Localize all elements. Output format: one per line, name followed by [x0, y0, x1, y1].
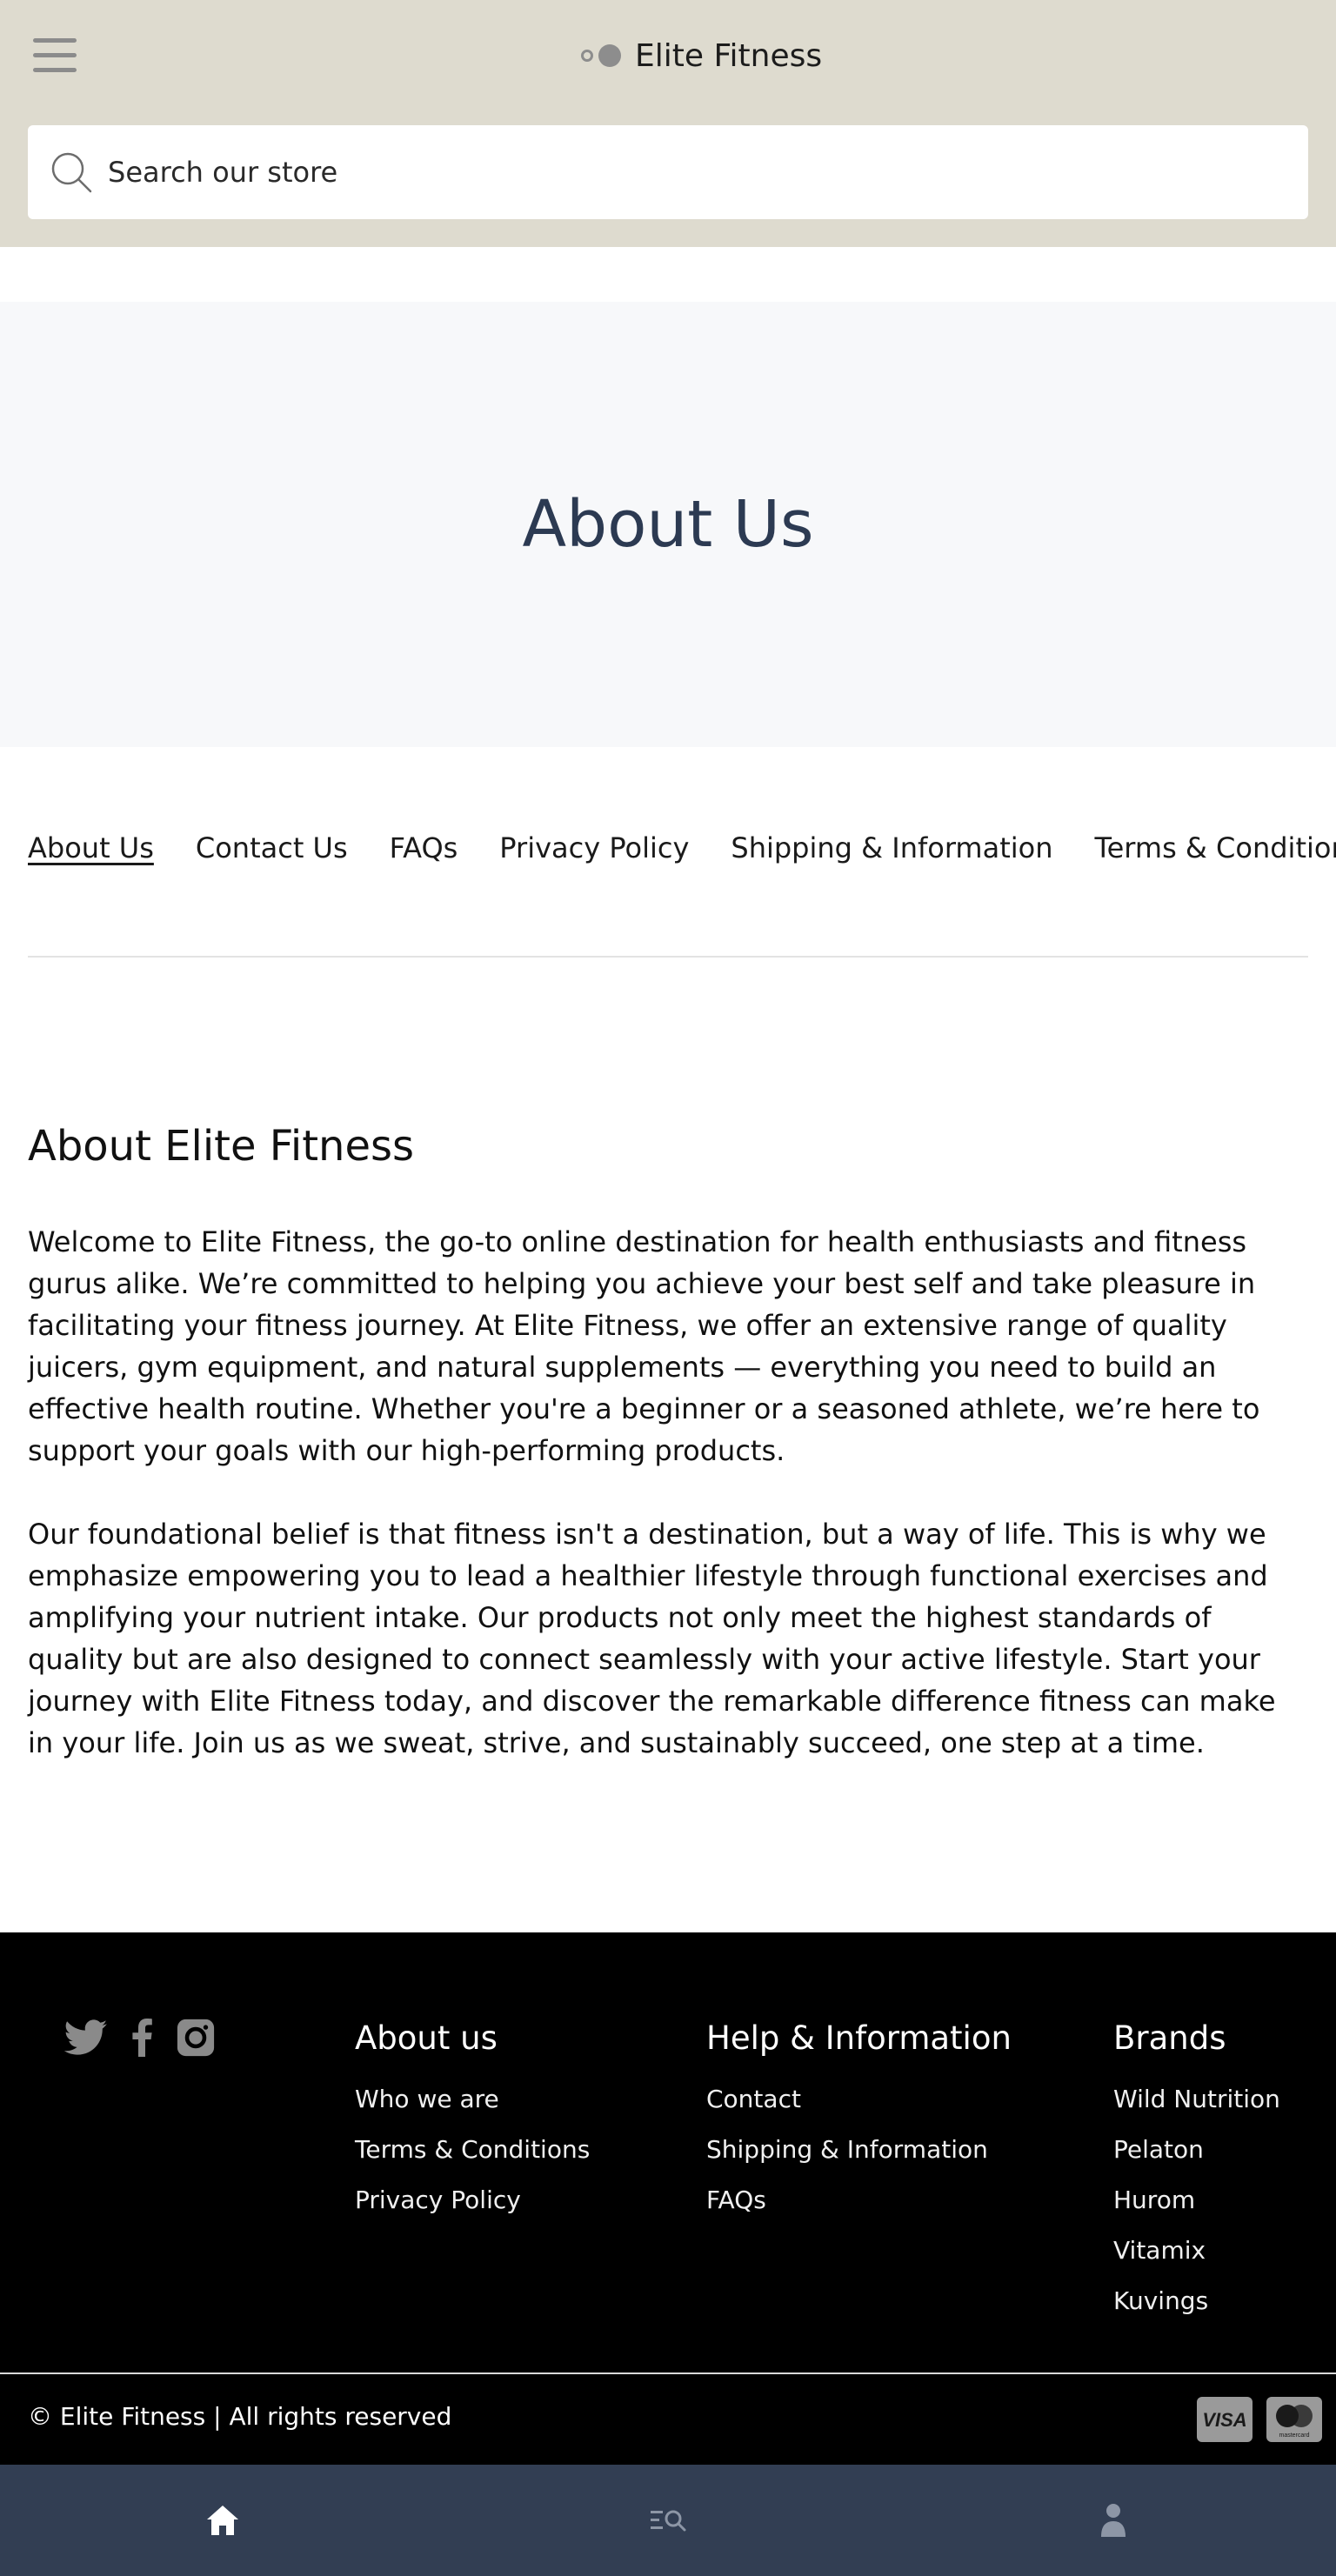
divider — [28, 956, 1308, 958]
bottom-tab-bar — [0, 2465, 1336, 2576]
header: Elite Fitness Search our store — [0, 0, 1336, 247]
footer-link-vitamix[interactable]: Vitamix — [1113, 2226, 1280, 2276]
copyright: © Elite Fitness | All rights reserved — [28, 2402, 452, 2431]
nav-terms-conditions[interactable]: Terms & Conditions — [1095, 831, 1336, 864]
footer-link-pelaton[interactable]: Pelaton — [1113, 2125, 1280, 2175]
footer-column-about: About us Who we are Terms & Conditions P… — [355, 2019, 590, 2226]
footer-link-faqs[interactable]: FAQs — [706, 2175, 1012, 2226]
nav-privacy-policy[interactable]: Privacy Policy — [499, 831, 689, 864]
mastercard-icon: mastercard — [1266, 2397, 1322, 2442]
footer: About us Who we are Terms & Conditions P… — [0, 1932, 1336, 2465]
search-input[interactable]: Search our store — [28, 125, 1308, 219]
twitter-icon[interactable] — [64, 2019, 108, 2056]
footer-link-contact[interactable]: Contact — [706, 2074, 1012, 2125]
footer-link-terms[interactable]: Terms & Conditions — [355, 2125, 590, 2175]
footer-column-help: Help & Information Contact Shipping & In… — [706, 2019, 1012, 2226]
footer-link-hurom[interactable]: Hurom — [1113, 2175, 1280, 2226]
search-icon — [51, 152, 92, 193]
footer-heading-about: About us — [355, 2019, 498, 2057]
nav-about-us[interactable]: About Us — [28, 831, 154, 864]
content-title: About Elite Fitness — [28, 1122, 415, 1171]
brand-name: Elite Fitness — [635, 37, 823, 74]
page-title: About Us — [522, 487, 814, 562]
instagram-icon[interactable] — [176, 2018, 216, 2058]
nav-shipping-information[interactable]: Shipping & Information — [731, 831, 1052, 864]
social-links — [64, 2018, 216, 2058]
nav-contact-us[interactable]: Contact Us — [196, 831, 348, 864]
footer-heading-help: Help & Information — [706, 2019, 1012, 2057]
search-placeholder: Search our store — [108, 156, 338, 189]
footer-column-brands: Brands Wild Nutrition Pelaton Hurom Vita… — [1113, 2019, 1280, 2326]
logo-icon — [581, 43, 623, 68]
svg-text:mastercard: mastercard — [1279, 2433, 1309, 2439]
footer-divider — [0, 2372, 1336, 2374]
nav-faqs[interactable]: FAQs — [390, 831, 458, 864]
menu-icon[interactable] — [33, 38, 77, 73]
search-list-icon[interactable] — [642, 2494, 694, 2546]
hero-banner: About Us — [0, 302, 1336, 747]
brand-logo[interactable]: Elite Fitness — [581, 35, 822, 77]
account-icon[interactable] — [1087, 2494, 1139, 2546]
footer-link-kuvings[interactable]: Kuvings — [1113, 2276, 1280, 2326]
svg-text:VISA: VISA — [1202, 2409, 1246, 2431]
footer-link-privacy[interactable]: Privacy Policy — [355, 2175, 590, 2226]
footer-link-who-we-are[interactable]: Who we are — [355, 2074, 590, 2125]
footer-heading-brands: Brands — [1113, 2019, 1226, 2057]
page-nav: About Us Contact Us FAQs Privacy Policy … — [28, 831, 1336, 864]
home-icon[interactable] — [197, 2494, 249, 2546]
footer-link-shipping[interactable]: Shipping & Information — [706, 2125, 1012, 2175]
footer-link-wild-nutrition[interactable]: Wild Nutrition — [1113, 2074, 1280, 2125]
facebook-icon[interactable] — [130, 2019, 153, 2057]
paragraph-2: Our foundational belief is that fitness … — [28, 1518, 1276, 1759]
visa-icon: VISA — [1197, 2397, 1252, 2442]
paragraph-1: Welcome to Elite Fitness, the go-to onli… — [28, 1225, 1260, 1467]
